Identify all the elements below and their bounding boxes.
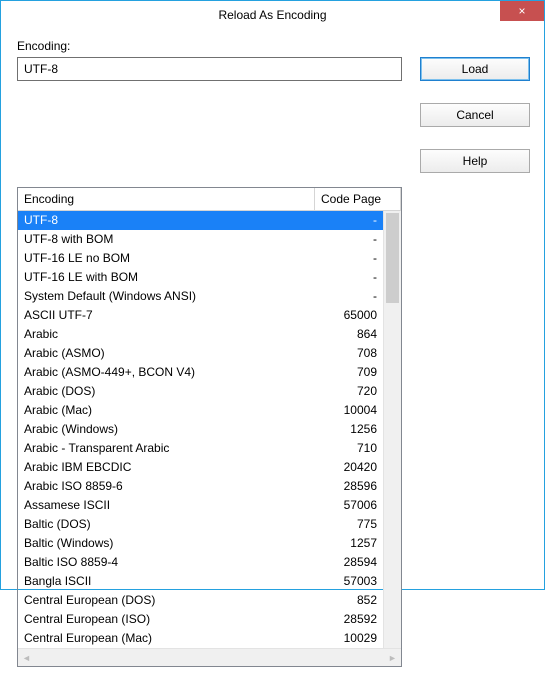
code-page-value: - — [308, 211, 383, 230]
table-row[interactable]: Baltic (Windows)1257 — [18, 534, 383, 553]
table-row[interactable]: Central European (DOS)852 — [18, 591, 383, 610]
cancel-button[interactable]: Cancel — [420, 103, 530, 127]
table-row[interactable]: UTF-8- — [18, 211, 383, 230]
encoding-name: Assamese ISCII — [18, 496, 308, 515]
table-row[interactable]: Arabic - Transparent Arabic710 — [18, 439, 383, 458]
help-button[interactable]: Help — [420, 149, 530, 173]
code-page-value: 852 — [308, 591, 383, 610]
code-page-value: 775 — [308, 515, 383, 534]
right-spacer — [420, 187, 530, 667]
table-row[interactable]: UTF-8 with BOM- — [18, 230, 383, 249]
titlebar: Reload As Encoding × — [1, 1, 544, 29]
table-row[interactable]: Arabic (DOS)720 — [18, 382, 383, 401]
encoding-name: Arabic — [18, 325, 308, 344]
encoding-name: UTF-8 with BOM — [18, 230, 308, 249]
encoding-name: System Default (Windows ANSI) — [18, 287, 308, 306]
table-row[interactable]: Assamese ISCII57006 — [18, 496, 383, 515]
encoding-name: UTF-8 — [18, 211, 308, 230]
code-page-value: 1256 — [308, 420, 383, 439]
encoding-name: Arabic - Transparent Arabic — [18, 439, 308, 458]
encoding-name: Arabic IBM EBCDIC — [18, 458, 308, 477]
encoding-name: Arabic (ASMO-449+, BCON V4) — [18, 363, 308, 382]
code-page-value: 710 — [308, 439, 383, 458]
close-button[interactable]: × — [500, 1, 544, 21]
code-page-value: 10029 — [308, 629, 383, 648]
dialog-window: Reload As Encoding × Encoding: Load Canc… — [0, 0, 545, 590]
encoding-name: ASCII UTF-7 — [18, 306, 308, 325]
code-page-value: 720 — [308, 382, 383, 401]
column-header-encoding[interactable]: Encoding — [18, 188, 315, 210]
table-row[interactable]: Arabic (Mac)10004 — [18, 401, 383, 420]
table-row[interactable]: Central European (ISO)28592 — [18, 610, 383, 629]
encoding-name: Bangla ISCII — [18, 572, 308, 591]
encoding-name: Arabic (DOS) — [18, 382, 308, 401]
code-page-value: 1257 — [308, 534, 383, 553]
code-page-value: - — [308, 230, 383, 249]
encoding-name: Arabic ISO 8859-6 — [18, 477, 308, 496]
table-row[interactable]: ASCII UTF-765000 — [18, 306, 383, 325]
encoding-name: Baltic (Windows) — [18, 534, 308, 553]
code-page-value: 57003 — [308, 572, 383, 591]
table-row[interactable]: Arabic (ASMO)708 — [18, 344, 383, 363]
input-column: Encoding: — [17, 39, 402, 81]
encoding-label: Encoding: — [17, 39, 402, 53]
window-title: Reload As Encoding — [218, 8, 326, 22]
scrollbar-thumb[interactable] — [386, 213, 399, 303]
encoding-name: Arabic (ASMO) — [18, 344, 308, 363]
close-icon: × — [518, 5, 525, 17]
encoding-name: Central European (DOS) — [18, 591, 308, 610]
top-area: Encoding: Load Cancel Help — [17, 39, 530, 173]
encoding-input[interactable] — [17, 57, 402, 81]
table-row[interactable]: Arabic864 — [18, 325, 383, 344]
table-row[interactable]: UTF-16 LE with BOM- — [18, 268, 383, 287]
table-row[interactable]: System Default (Windows ANSI)- — [18, 287, 383, 306]
button-column: Load Cancel Help — [420, 39, 530, 173]
encoding-name: Baltic (DOS) — [18, 515, 308, 534]
code-page-value: 57006 — [308, 496, 383, 515]
load-button[interactable]: Load — [420, 57, 530, 81]
code-page-value: 709 — [308, 363, 383, 382]
table-row[interactable]: Central European (Mac)10029 — [18, 629, 383, 648]
table-row[interactable]: UTF-16 LE no BOM- — [18, 249, 383, 268]
encoding-name: Baltic ISO 8859-4 — [18, 553, 308, 572]
encoding-name: Central European (ISO) — [18, 610, 308, 629]
scroll-left-icon[interactable]: ◄ — [18, 653, 35, 663]
encoding-name: UTF-16 LE with BOM — [18, 268, 308, 287]
code-page-value: - — [308, 268, 383, 287]
vertical-scrollbar[interactable] — [383, 211, 401, 648]
scroll-right-icon[interactable]: ► — [384, 653, 401, 663]
code-page-value: - — [308, 287, 383, 306]
list-body: UTF-8-UTF-8 with BOM-UTF-16 LE no BOM-UT… — [18, 211, 401, 648]
encoding-list[interactable]: Encoding Code Page UTF-8-UTF-8 with BOM-… — [17, 187, 402, 667]
list-rows: UTF-8-UTF-8 with BOM-UTF-16 LE no BOM-UT… — [18, 211, 383, 648]
code-page-value: 708 — [308, 344, 383, 363]
table-row[interactable]: Baltic ISO 8859-428594 — [18, 553, 383, 572]
encoding-name: UTF-16 LE no BOM — [18, 249, 308, 268]
horizontal-scrollbar[interactable]: ◄ ► — [18, 648, 401, 666]
code-page-value: 864 — [308, 325, 383, 344]
table-row[interactable]: Arabic ISO 8859-628596 — [18, 477, 383, 496]
encoding-name: Central European (Mac) — [18, 629, 308, 648]
code-page-value: 10004 — [308, 401, 383, 420]
code-page-value: 28592 — [308, 610, 383, 629]
code-page-value: 28594 — [308, 553, 383, 572]
table-row[interactable]: Arabic (ASMO-449+, BCON V4)709 — [18, 363, 383, 382]
code-page-value: 65000 — [308, 306, 383, 325]
encoding-name: Arabic (Windows) — [18, 420, 308, 439]
table-row[interactable]: Arabic (Windows)1256 — [18, 420, 383, 439]
column-header-codepage[interactable]: Code Page — [315, 188, 401, 210]
code-page-value: - — [308, 249, 383, 268]
table-row[interactable]: Bangla ISCII57003 — [18, 572, 383, 591]
table-row[interactable]: Arabic IBM EBCDIC20420 — [18, 458, 383, 477]
encoding-name: Arabic (Mac) — [18, 401, 308, 420]
table-row[interactable]: Baltic (DOS)775 — [18, 515, 383, 534]
code-page-value: 28596 — [308, 477, 383, 496]
list-area: Encoding Code Page UTF-8-UTF-8 with BOM-… — [17, 187, 530, 667]
dialog-body: Encoding: Load Cancel Help Encoding Code… — [1, 29, 544, 681]
code-page-value: 20420 — [308, 458, 383, 477]
list-header: Encoding Code Page — [18, 188, 401, 211]
